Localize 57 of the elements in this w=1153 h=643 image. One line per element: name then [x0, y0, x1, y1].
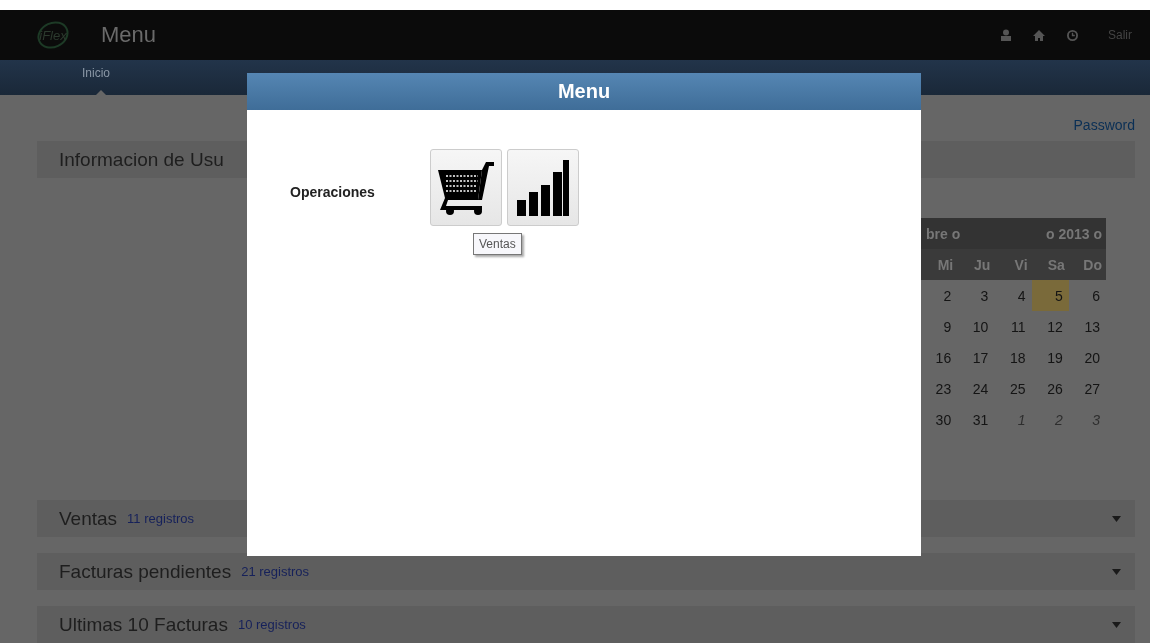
- calendar-day[interactable]: 9: [920, 311, 958, 342]
- home-icon[interactable]: [1033, 29, 1045, 41]
- weekday-label: Mi: [920, 249, 958, 280]
- calendar-day[interactable]: 30: [920, 404, 958, 435]
- calendar-day[interactable]: 13: [1068, 311, 1106, 342]
- calendar-day[interactable]: 20: [1068, 342, 1106, 373]
- section-header[interactable]: Facturas pendientes 21 registros: [37, 553, 1135, 590]
- weekday-label: Do: [1068, 249, 1106, 280]
- calendar-day[interactable]: 23: [920, 373, 958, 404]
- bar-chart-icon: [515, 157, 571, 218]
- record-count: 11 registros: [127, 511, 196, 526]
- tooltip: Ventas: [473, 233, 522, 255]
- calendar-day[interactable]: 3: [1068, 404, 1106, 435]
- modal-title: Menu: [247, 73, 921, 110]
- logo-ring-icon: [35, 20, 71, 50]
- calendar-day[interactable]: 12: [1031, 311, 1069, 342]
- calendar-day[interactable]: 10: [957, 311, 995, 342]
- caret-down-icon: [1112, 621, 1121, 628]
- section-title: Ultimas 10 Facturas: [59, 613, 228, 636]
- section-header[interactable]: Ultimas 10 Facturas 10 registros: [37, 606, 1135, 643]
- user-icon[interactable]: [1001, 29, 1011, 41]
- section-title: Ventas: [59, 507, 118, 530]
- record-count: 10 registros: [237, 617, 307, 632]
- calendar-day[interactable]: 1: [994, 404, 1032, 435]
- calendar-day[interactable]: 6: [1068, 280, 1106, 311]
- section-title: Facturas pendientes: [59, 560, 232, 583]
- caret-down-icon: [1112, 515, 1121, 522]
- calendar-day[interactable]: 16: [920, 342, 958, 373]
- calendar-day[interactable]: 5: [1031, 280, 1069, 311]
- calendar-day[interactable]: 19: [1031, 342, 1069, 373]
- calendar-day[interactable]: 31: [957, 404, 995, 435]
- calendar-day[interactable]: 27: [1068, 373, 1106, 404]
- calendar-month[interactable]: bre o: [926, 225, 961, 242]
- calendar-day[interactable]: 24: [957, 373, 995, 404]
- calendar-day[interactable]: 17: [957, 342, 995, 373]
- caret-down-icon: [1112, 568, 1121, 575]
- calendar-day[interactable]: 18: [994, 342, 1032, 373]
- group-label: Operaciones: [290, 184, 376, 200]
- menu-icon-button[interactable]: [507, 149, 579, 226]
- clock-icon[interactable]: [1067, 29, 1078, 41]
- calendar-day[interactable]: 25: [994, 373, 1032, 404]
- page-title: Menu: [101, 22, 158, 48]
- calendar-day[interactable]: 2: [920, 280, 958, 311]
- weekday-label: Sa: [1031, 249, 1069, 280]
- record-count: 21 registros: [241, 564, 311, 579]
- calendar-day[interactable]: 11: [994, 311, 1032, 342]
- calendar-day[interactable]: 26: [1031, 373, 1069, 404]
- weekday-label: Vi: [994, 249, 1032, 280]
- password-link[interactable]: Password: [1073, 117, 1135, 141]
- cart-icon: [436, 159, 496, 216]
- calendar-day[interactable]: 4: [994, 280, 1032, 311]
- panel-title: Informacion de Usu: [59, 148, 224, 171]
- calendar-year[interactable]: o 2013 o: [1045, 225, 1102, 242]
- calendar-day[interactable]: 3: [957, 280, 995, 311]
- weekday-label: Ju: [957, 249, 995, 280]
- calendar-day[interactable]: 2: [1031, 404, 1069, 435]
- logout-link[interactable]: Salir: [1108, 28, 1132, 42]
